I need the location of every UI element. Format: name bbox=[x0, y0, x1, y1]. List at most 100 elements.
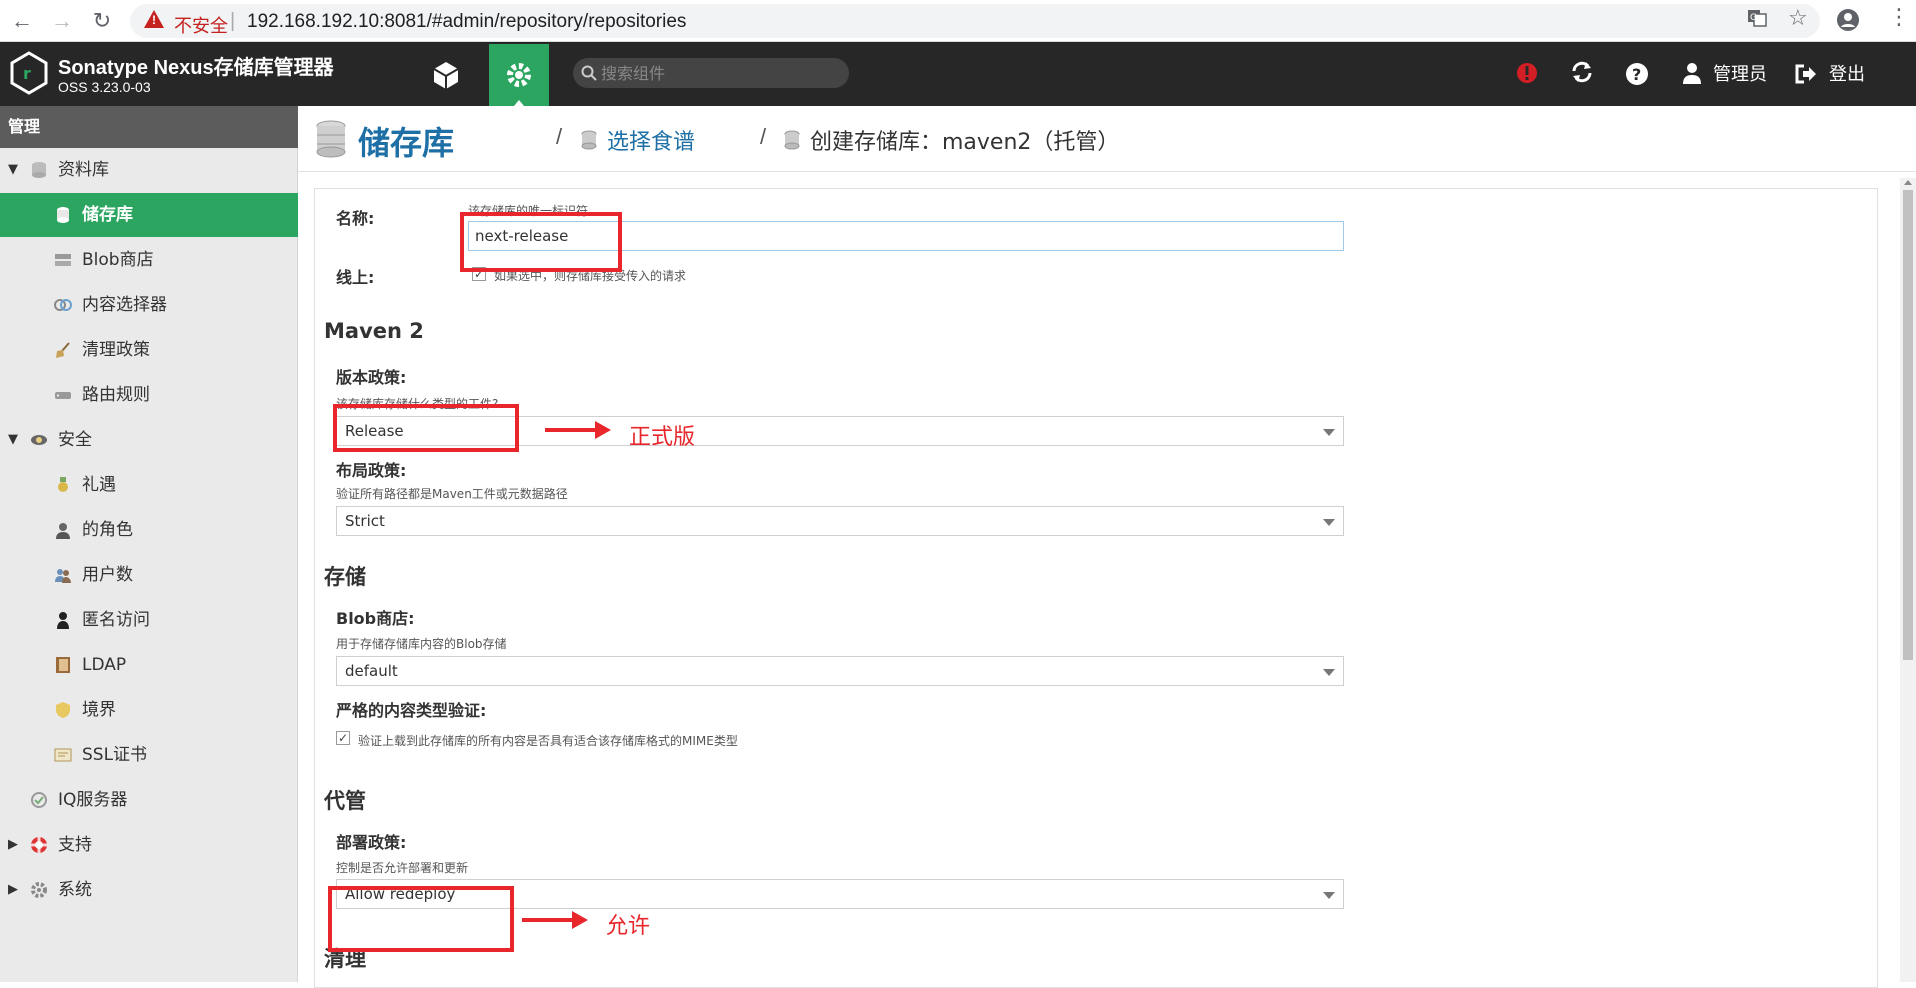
help-icon[interactable]: ? bbox=[1625, 62, 1649, 91]
sidebar-item-repository-group[interactable]: ▼ 资料库 bbox=[0, 148, 298, 192]
url-text[interactable]: 192.168.192.10:8081/#admin/repository/re… bbox=[247, 11, 686, 33]
shield-icon bbox=[56, 702, 70, 718]
breadcrumb-select-recipe[interactable]: 选择食谱 bbox=[607, 124, 695, 156]
annotation-arrow bbox=[522, 911, 588, 929]
sidebar-item-label: 安全 bbox=[58, 430, 92, 450]
database-icon bbox=[316, 120, 346, 158]
alert-icon[interactable] bbox=[1516, 62, 1538, 89]
sidebar-item-label: 支持 bbox=[58, 835, 92, 855]
sidebar-item-roles[interactable]: 的角色 bbox=[0, 508, 298, 552]
expand-right-icon[interactable]: ▶ bbox=[8, 823, 18, 867]
app-header: r Sonatype Nexus存储库管理器 OSS 3.23.0-03 ? 管… bbox=[0, 42, 1916, 106]
sidebar-item-label: 礼遇 bbox=[82, 475, 116, 495]
sidebar-item-system-group[interactable]: ▶ 系统 bbox=[0, 868, 298, 912]
layout-policy-help: 验证所有路径都是Maven工件或元数据路径 bbox=[336, 487, 568, 501]
sidebar-item-label: 的角色 bbox=[82, 520, 133, 540]
sidebar-item-label: 路由规则 bbox=[82, 385, 150, 405]
address-divider: | bbox=[230, 10, 236, 32]
sidebar-item-routing-rules[interactable]: 路由规则 bbox=[0, 373, 298, 417]
svg-text:?: ? bbox=[1632, 65, 1641, 84]
breadcrumb-separator: / bbox=[556, 124, 563, 149]
sidebar-item-security-group[interactable]: ▼ 安全 bbox=[0, 418, 298, 462]
search-icon bbox=[581, 65, 597, 81]
breadcrumb-separator: / bbox=[760, 124, 767, 149]
database-icon bbox=[581, 130, 597, 150]
address-bar[interactable]: 不安全 | 192.168.192.10:8081/#admin/reposit… bbox=[130, 4, 1820, 38]
expand-right-icon[interactable]: ▶ bbox=[8, 868, 18, 912]
search-input[interactable] bbox=[601, 58, 841, 88]
refresh-icon[interactable] bbox=[1570, 60, 1594, 89]
certificate-icon bbox=[54, 748, 72, 762]
sidebar-item-realms[interactable]: 境界 bbox=[0, 688, 298, 732]
back-icon[interactable]: ← bbox=[8, 7, 36, 35]
reload-icon[interactable]: ↻ bbox=[88, 7, 116, 35]
sidebar-item-label: 境界 bbox=[82, 700, 116, 720]
bookmark-star-icon[interactable]: ☆ bbox=[1788, 5, 1808, 31]
logout-icon[interactable] bbox=[1795, 64, 1817, 89]
search-box[interactable] bbox=[573, 58, 849, 88]
scroll-up-icon[interactable] bbox=[1904, 180, 1912, 185]
sidebar-item-label: 系统 bbox=[58, 880, 92, 900]
sidebar-item-cleanup-policies[interactable]: 清理政策 bbox=[0, 328, 298, 372]
forward-icon[interactable]: → bbox=[48, 7, 76, 35]
page-title[interactable]: 储存库 bbox=[358, 118, 454, 164]
router-icon bbox=[55, 392, 71, 399]
strict-validation-checkbox[interactable]: ✓ bbox=[336, 731, 350, 745]
version-policy-highlight-box bbox=[333, 404, 519, 452]
sidebar-item-iq-server[interactable]: IQ服务器 bbox=[0, 778, 298, 822]
sidebar-item-label: 匿名访问 bbox=[82, 610, 150, 630]
user-icon[interactable] bbox=[1682, 62, 1702, 89]
logout-label[interactable]: 登出 bbox=[1829, 60, 1865, 86]
gear-icon bbox=[31, 882, 47, 898]
chevron-down-icon bbox=[1323, 519, 1335, 526]
database-icon bbox=[57, 207, 69, 223]
sidebar-item-label: Blob商店 bbox=[82, 250, 154, 270]
chevron-down-icon bbox=[1323, 429, 1335, 436]
sidebar-title: 管理 bbox=[0, 106, 298, 148]
role-icon bbox=[56, 523, 70, 539]
hosted-section-title: 代管 bbox=[324, 789, 366, 813]
profile-icon[interactable] bbox=[1836, 8, 1860, 38]
database-icon bbox=[32, 162, 46, 178]
page-scrollbar[interactable] bbox=[1900, 178, 1916, 982]
app-title: Sonatype Nexus存储库管理器 bbox=[58, 57, 334, 79]
sidebar-item-ldap[interactable]: LDAP bbox=[0, 643, 298, 687]
sidebar-item-label: LDAP bbox=[82, 655, 127, 675]
sidebar-item-label: 储存库 bbox=[82, 205, 133, 225]
sidebar-item-support-group[interactable]: ▶ 支持 bbox=[0, 823, 298, 867]
browser-toolbar: ← → ↻ 不安全 | 192.168.192.10:8081/#admin/r… bbox=[0, 0, 1916, 42]
layout-policy-select[interactable]: Strict bbox=[336, 506, 1344, 536]
browse-cube-icon[interactable] bbox=[420, 42, 472, 106]
sidebar-item-content-selectors[interactable]: 内容选择器 bbox=[0, 283, 298, 327]
sidebar-item-repositories[interactable]: 储存库 bbox=[0, 193, 298, 237]
layout-policy-value: Strict bbox=[345, 512, 385, 530]
menu-icon[interactable]: ⋮ bbox=[1888, 4, 1910, 30]
chevron-down-icon bbox=[1323, 892, 1335, 899]
translate-icon[interactable]: G bbox=[1747, 8, 1767, 34]
annotation-arrow bbox=[545, 421, 611, 439]
svg-text:G: G bbox=[1750, 13, 1757, 23]
sidebar-item-blob-stores[interactable]: Blob商店 bbox=[0, 238, 298, 282]
nexus-logo-icon: r bbox=[10, 51, 48, 95]
deploy-policy-help: 控制是否允许部署和更新 bbox=[336, 861, 469, 875]
admin-gear-icon[interactable] bbox=[489, 44, 549, 106]
blob-store-label: Blob商店: bbox=[336, 609, 415, 628]
redeploy-annotation: 允许 bbox=[606, 914, 651, 939]
expand-down-icon[interactable]: ▼ bbox=[8, 418, 18, 462]
sidebar-item-users[interactable]: 用户数 bbox=[0, 553, 298, 597]
sidebar-item-ssl-certificates[interactable]: SSL证书 bbox=[0, 733, 298, 777]
create-repository-form: 名称: 该存储库的唯一标识符 线上: ✓ 如果选中，则存储库接受传入的请求 Ma… bbox=[314, 188, 1878, 988]
strict-validation-label: 严格的内容类型验证: bbox=[336, 701, 487, 720]
user-label[interactable]: 管理员 bbox=[1713, 60, 1767, 86]
expand-down-icon[interactable]: ▼ bbox=[8, 148, 18, 192]
blob-store-select[interactable]: default bbox=[336, 656, 1344, 686]
sidebar-item-privileges[interactable]: 礼遇 bbox=[0, 463, 298, 507]
name-highlight-box bbox=[460, 212, 622, 272]
deploy-policy-label: 部署政策: bbox=[336, 833, 407, 852]
scrollbar-thumb[interactable] bbox=[1903, 190, 1913, 660]
sidebar-item-anonymous-access[interactable]: 匿名访问 bbox=[0, 598, 298, 642]
name-label: 名称: bbox=[336, 209, 375, 228]
broom-icon bbox=[56, 342, 70, 358]
iq-server-icon bbox=[31, 792, 47, 808]
sidebar-item-label: 内容选择器 bbox=[82, 295, 167, 315]
